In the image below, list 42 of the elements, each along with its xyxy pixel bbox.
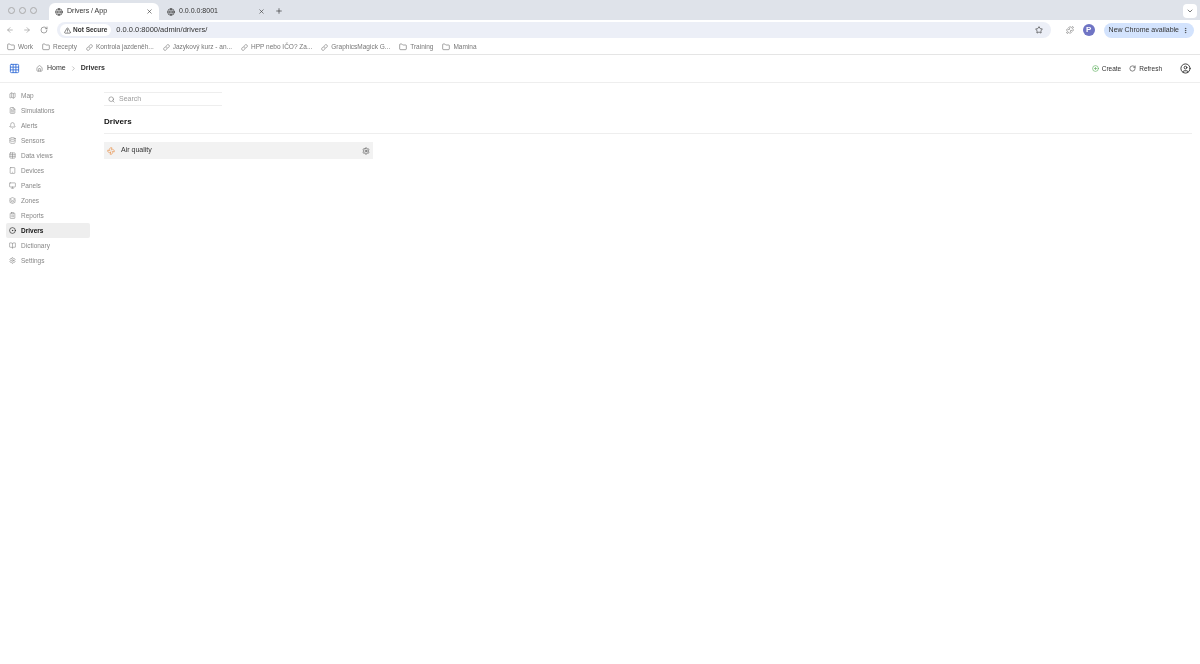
link-icon	[85, 43, 93, 51]
tablet-icon	[9, 167, 16, 174]
user-icon[interactable]	[1180, 63, 1191, 74]
warning-icon	[64, 26, 71, 34]
clipboard-icon	[9, 212, 16, 219]
back-icon[interactable]	[6, 26, 14, 34]
document-icon	[9, 107, 16, 114]
chevron-right-icon	[69, 65, 77, 72]
folder-icon	[42, 43, 51, 51]
table-icon	[9, 152, 16, 159]
map-icon	[9, 92, 16, 99]
bell-icon	[9, 122, 16, 129]
folder-icon	[442, 43, 451, 51]
link-icon	[321, 43, 329, 51]
forward-icon[interactable]	[23, 26, 31, 34]
book-icon	[9, 242, 16, 249]
reload-icon[interactable]	[40, 26, 48, 34]
refresh-icon	[1129, 65, 1137, 72]
tab-menu-button[interactable]	[1183, 4, 1197, 18]
link-icon	[241, 43, 248, 51]
bookmark-star-icon[interactable]	[1034, 26, 1043, 34]
folder-icon	[7, 43, 15, 51]
close-icon[interactable]	[146, 8, 153, 15]
globe-icon	[55, 7, 63, 16]
profile-avatar[interactable]: P	[1082, 24, 1095, 36]
folder-icon	[399, 43, 408, 51]
layers-icon	[9, 197, 16, 204]
close-icon[interactable]	[258, 8, 265, 15]
search-icon	[108, 95, 115, 103]
link-icon	[162, 43, 170, 51]
database-icon	[9, 137, 16, 144]
circle-icon	[9, 227, 16, 234]
chevron-down-icon	[1186, 7, 1194, 15]
plus-icon	[1091, 65, 1099, 72]
home-icon[interactable]	[36, 65, 43, 72]
globe-icon	[167, 7, 175, 16]
section-title: Drivers	[104, 116, 1192, 134]
fan-icon	[107, 146, 115, 155]
monitor-icon	[9, 182, 16, 189]
app-grid-icon[interactable]	[9, 63, 20, 74]
extensions-icon[interactable]	[1065, 26, 1074, 34]
new-tab-icon[interactable]	[275, 7, 283, 15]
